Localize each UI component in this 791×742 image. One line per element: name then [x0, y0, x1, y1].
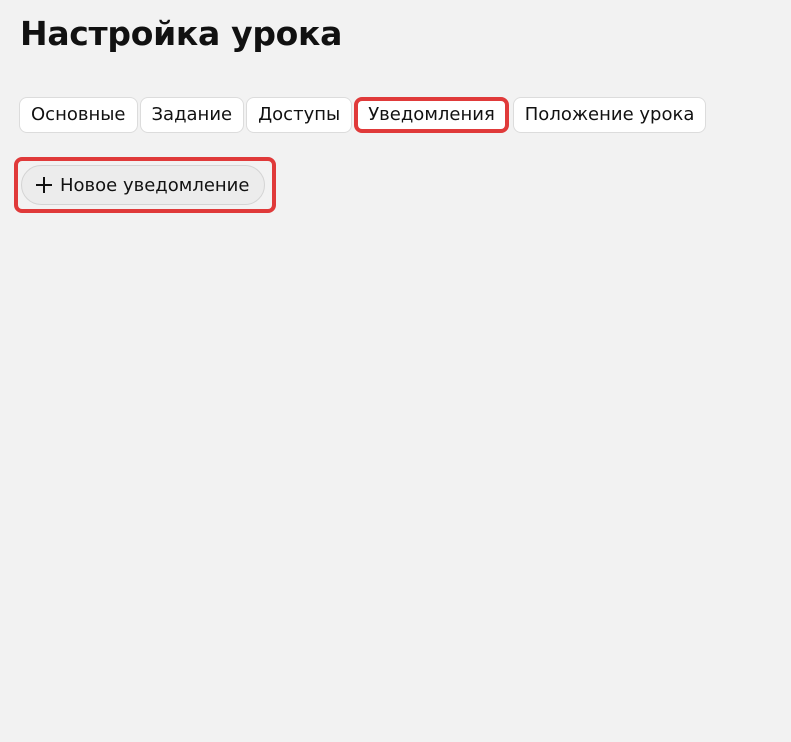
- new-notification-highlight: Новое уведомление: [14, 157, 276, 213]
- new-notification-label: Новое уведомление: [60, 174, 250, 196]
- tab-notifications[interactable]: Уведомления: [354, 97, 509, 133]
- new-notification-button[interactable]: Новое уведомление: [21, 165, 266, 205]
- tab-lesson-position[interactable]: Положение урока: [512, 97, 707, 133]
- settings-tabs: Основные Задание Доступы Уведомления Пол…: [19, 97, 707, 133]
- plus-icon: [36, 177, 52, 193]
- page-title: Настройка урока: [20, 14, 343, 53]
- tab-assignment[interactable]: Задание: [139, 97, 245, 133]
- tab-access[interactable]: Доступы: [246, 97, 353, 133]
- tab-basic[interactable]: Основные: [19, 97, 138, 133]
